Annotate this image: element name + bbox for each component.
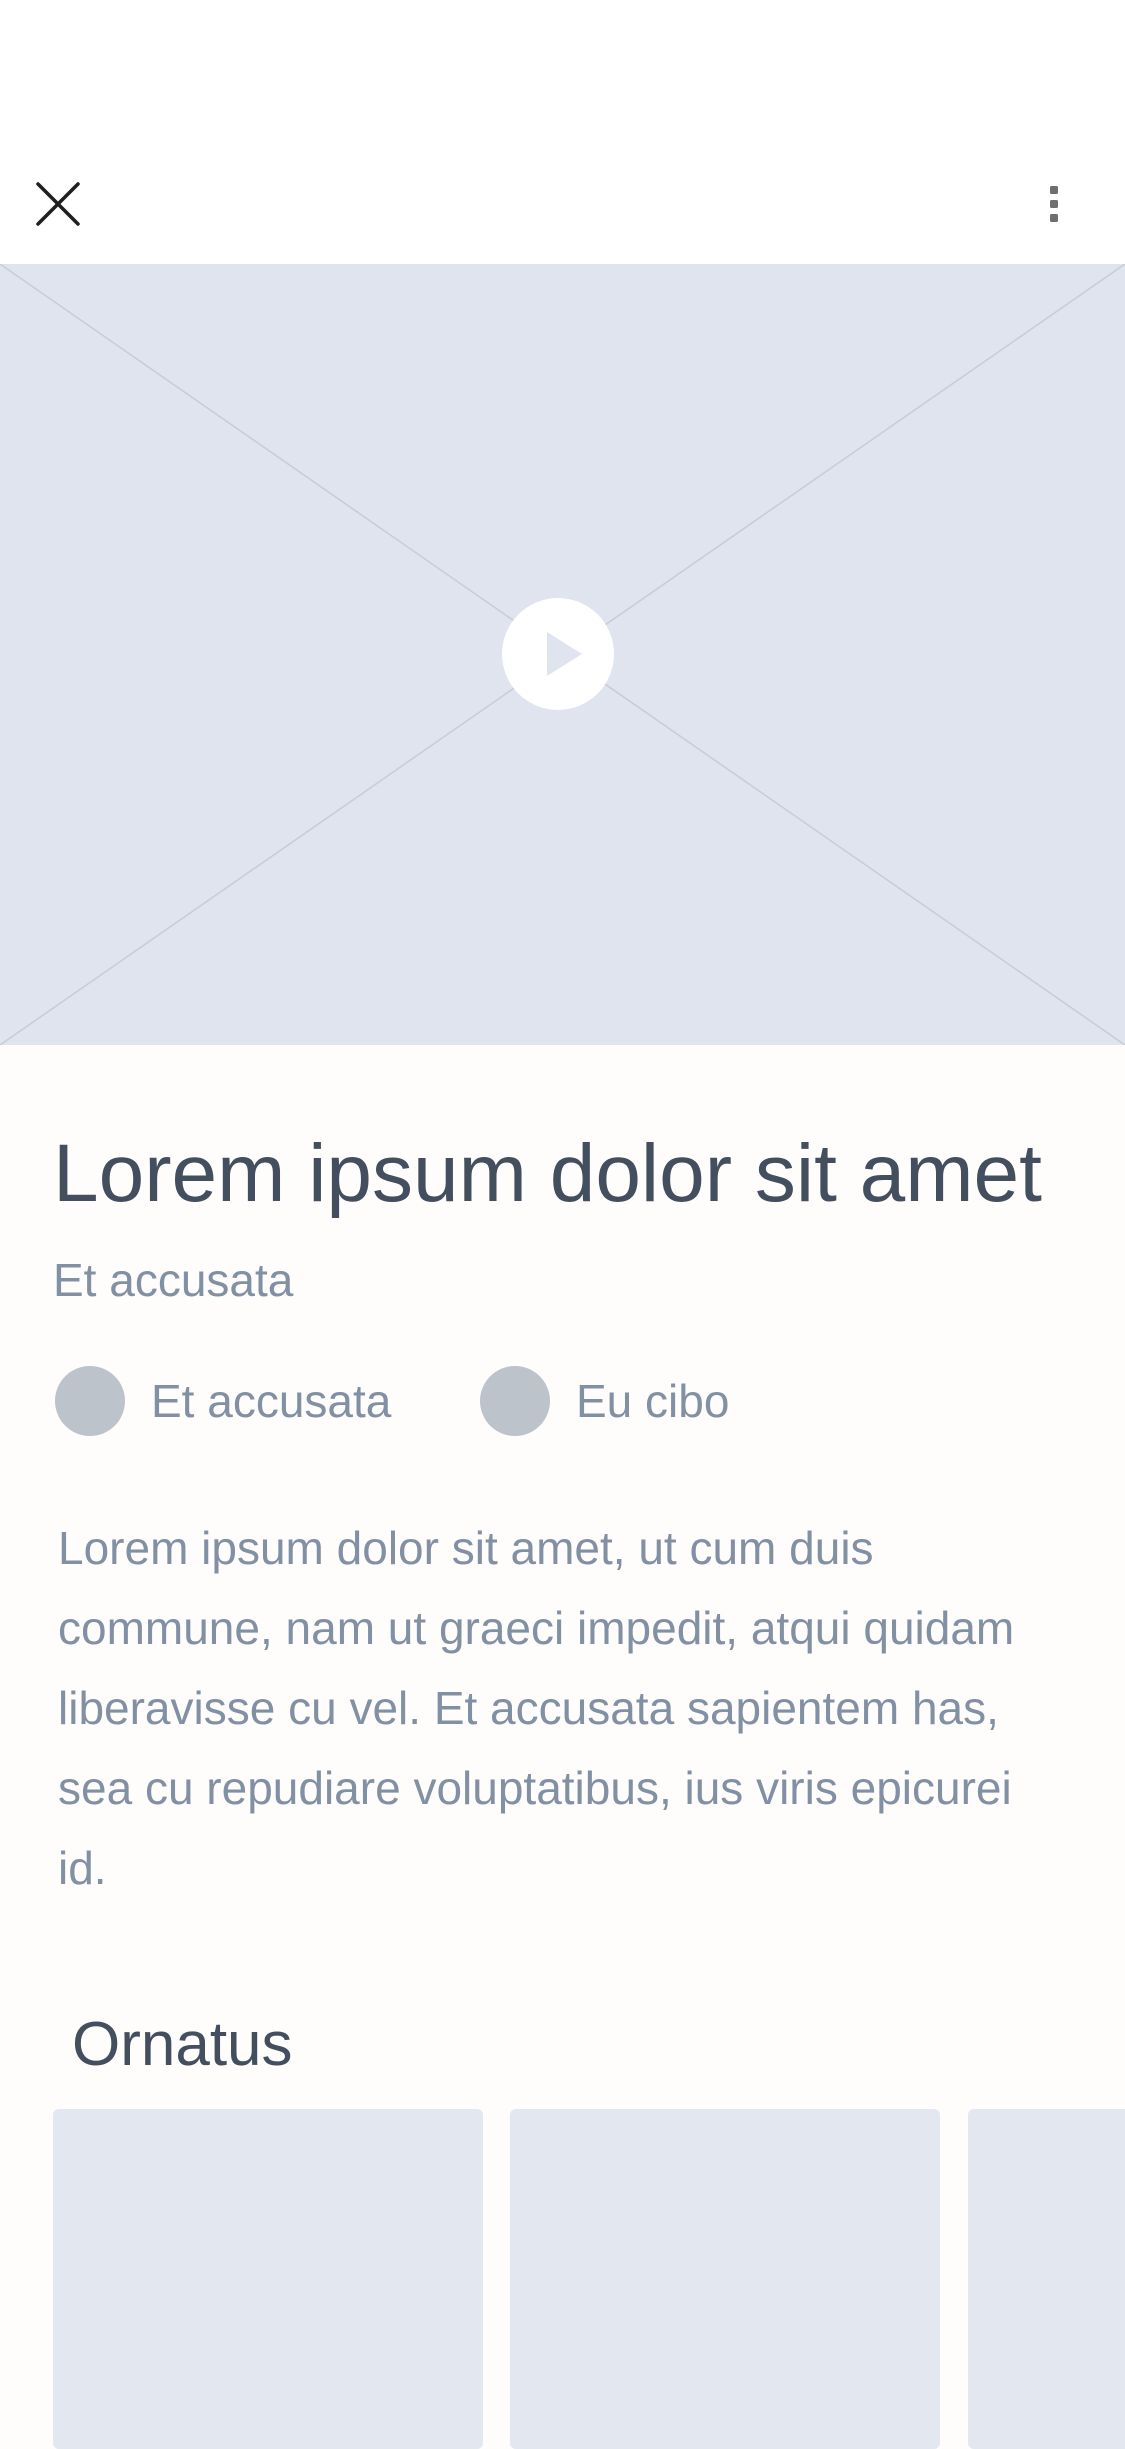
description-text: Lorem ipsum dolor sit amet, ut cum duis …: [58, 1522, 1015, 1894]
card[interactable]: [968, 2109, 1125, 2449]
avatar: [55, 1366, 125, 1436]
close-icon: [36, 182, 80, 226]
more-vertical-icon: [1050, 186, 1058, 222]
meta-item: Eu cibo: [480, 1366, 729, 1436]
card[interactable]: [53, 2109, 483, 2449]
page-title: Lorem ipsum dolor sit amet: [53, 1128, 1042, 1219]
section-title: Ornatus: [72, 2010, 293, 2079]
close-button[interactable]: [30, 176, 86, 232]
play-icon: [547, 632, 582, 676]
avatar: [480, 1366, 550, 1436]
card[interactable]: [510, 2109, 940, 2449]
meta-label: Eu cibo: [576, 1375, 730, 1427]
top-bar: [0, 0, 1125, 264]
meta-item: Et accusata: [55, 1366, 391, 1436]
subtitle: Et accusata: [53, 1254, 294, 1306]
more-options-button[interactable]: [1030, 176, 1078, 232]
play-button[interactable]: [502, 598, 614, 710]
video-placeholder: [0, 264, 1125, 1045]
meta-label: Et accusata: [151, 1375, 392, 1427]
